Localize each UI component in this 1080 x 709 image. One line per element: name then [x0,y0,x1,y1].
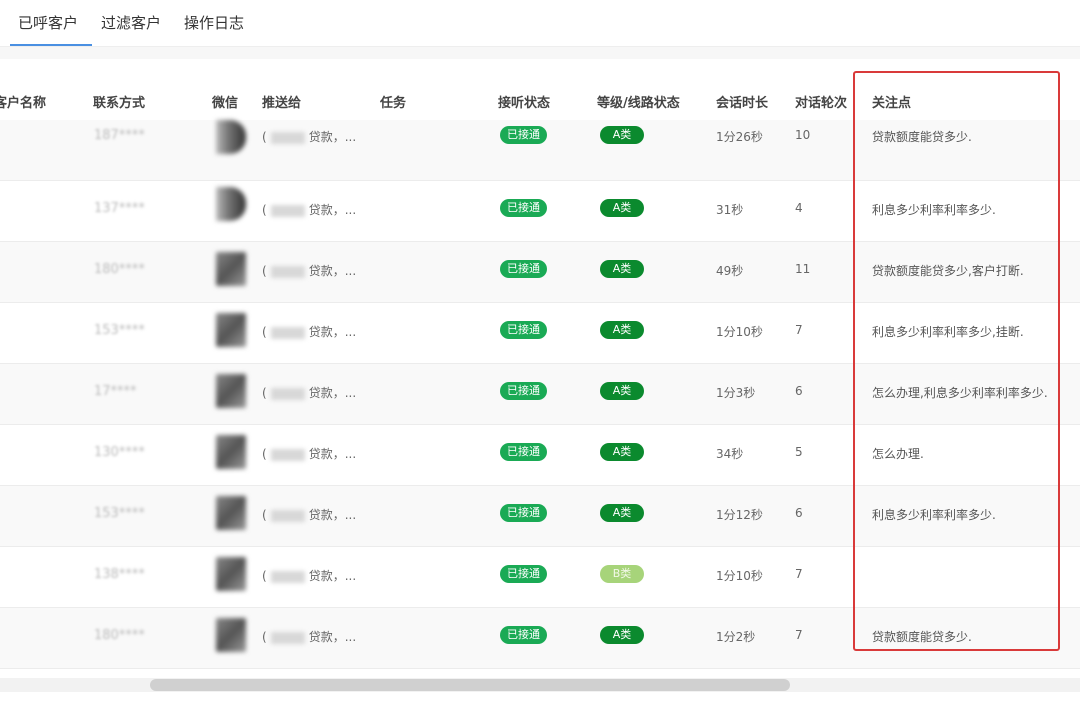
turns-cell: 10 [795,128,811,142]
tab-called-customers[interactable]: 已呼客户 [18,12,78,46]
grade-badge: A类 [600,199,644,217]
duration-cell: 1分12秒 [716,508,763,522]
grade-badge: B类 [600,565,644,583]
duration-cell: 34秒 [716,447,744,461]
tab-operation-log[interactable]: 操作日志 [184,12,244,46]
wechat-avatar [216,557,246,591]
tab-filtered-customers[interactable]: 过滤客户 [101,12,161,46]
col-turns[interactable]: 对话轮次 [795,92,847,111]
grade-badge: A类 [600,626,644,644]
col-customer-name[interactable]: 客户名称 [0,92,46,111]
status-badge: 已接通 [500,565,547,583]
grade-badge: A类 [600,443,644,461]
toolbar-band [0,47,1080,59]
col-contact[interactable]: 联系方式 [93,92,145,111]
phone-number: 153**** [94,323,145,338]
push-to-cell: (贷款，... [262,325,357,339]
grade-badge: A类 [600,260,644,278]
phone-number: 187**** [94,128,145,143]
grade-badge: A类 [600,382,644,400]
col-answer-status[interactable]: 接听状态 [498,92,550,111]
status-badge: 已接通 [500,260,547,278]
wechat-avatar [216,435,246,469]
wechat-avatar [216,313,246,347]
duration-cell: 1分10秒 [716,325,763,339]
duration-cell: 31秒 [716,203,744,217]
wechat-avatar [216,374,246,408]
phone-number: 180**** [94,628,145,643]
status-badge: 已接通 [500,443,547,461]
status-badge: 已接通 [500,126,547,144]
turns-cell: 7 [795,628,803,642]
wechat-avatar [216,496,246,530]
turns-cell: 7 [795,323,803,337]
push-to-cell: (贷款，... [262,386,357,400]
push-to-cell: (贷款，... [262,508,357,522]
turns-cell: 5 [795,445,803,459]
phone-number: 138**** [94,567,145,582]
col-wechat[interactable]: 微信 [212,92,238,111]
turns-cell: 6 [795,384,803,398]
phone-number: 17**** [94,384,137,399]
duration-cell: 1分3秒 [716,386,756,400]
wechat-avatar [216,252,246,286]
col-push-to[interactable]: 推送给 [262,92,301,111]
push-to-cell: (贷款，... [262,569,357,583]
duration-cell: 1分2秒 [716,630,756,644]
status-badge: 已接通 [500,382,547,400]
duration-cell: 1分10秒 [716,569,763,583]
status-badge: 已接通 [500,504,547,522]
push-to-cell: (贷款，... [262,264,357,278]
active-tab-indicator [10,44,92,46]
turns-cell: 7 [795,567,803,581]
duration-cell: 49秒 [716,264,744,278]
phone-number: 137**** [94,201,145,216]
turns-cell: 4 [795,201,803,215]
col-grade[interactable]: 等级/线路状态 [597,92,680,111]
wechat-avatar [216,120,246,154]
push-to-cell: (贷款，... [262,447,357,461]
push-to-cell: (贷款，... [262,130,357,144]
phone-number: 130**** [94,445,145,460]
duration-cell: 1分26秒 [716,130,763,144]
status-badge: 已接通 [500,199,547,217]
col-duration[interactable]: 会话时长 [716,92,768,111]
wechat-avatar [216,618,246,652]
turns-cell: 11 [795,262,811,276]
bottom-spacer [0,692,1080,709]
col-task[interactable]: 任务 [380,92,406,111]
status-badge: 已接通 [500,626,547,644]
grade-badge: A类 [600,126,644,144]
focus-column-highlight [853,71,1060,651]
phone-number: 153**** [94,506,145,521]
phone-number: 180**** [94,262,145,277]
grade-badge: A类 [600,504,644,522]
push-to-cell: (贷款，... [262,203,357,217]
grade-badge: A类 [600,321,644,339]
tab-bar: 已呼客户 过滤客户 操作日志 [0,0,1080,47]
horizontal-scrollbar-thumb[interactable] [150,679,790,691]
wechat-avatar [216,187,246,221]
turns-cell: 6 [795,506,803,520]
status-badge: 已接通 [500,321,547,339]
push-to-cell: (贷款，... [262,630,357,644]
